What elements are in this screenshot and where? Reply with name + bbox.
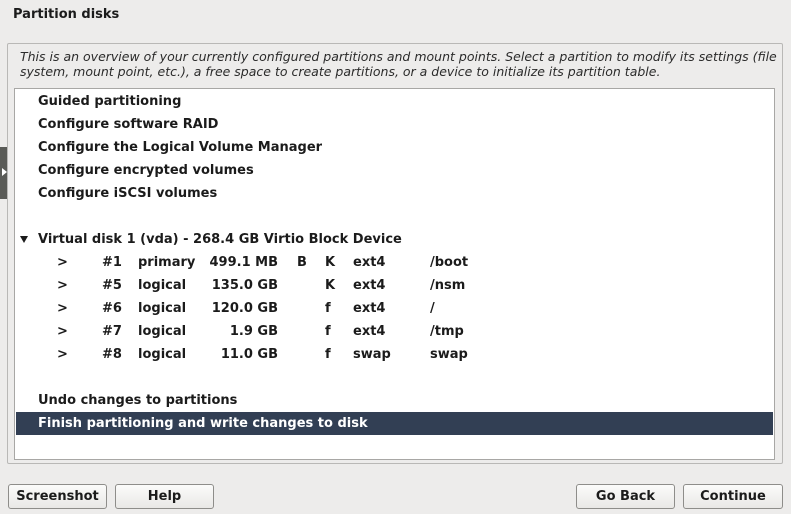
- window-title: Partition disks: [13, 7, 120, 22]
- expand-triangle-icon: [20, 236, 28, 243]
- partition-arrow: >: [57, 347, 68, 362]
- menu-item-software-raid[interactable]: Configure software RAID: [16, 113, 773, 136]
- partition-size: 135.0 GB: [211, 278, 278, 293]
- continue-button[interactable]: Continue: [683, 484, 783, 509]
- partition-arrow: >: [57, 324, 68, 339]
- menu-item-guided-partitioning[interactable]: Guided partitioning: [16, 90, 773, 113]
- partition-number: #5: [102, 278, 122, 293]
- partition-mount-point: /tmp: [430, 324, 464, 339]
- partition-list[interactable]: Guided partitioning Configure software R…: [14, 88, 775, 460]
- partition-mount-point: /nsm: [430, 278, 466, 293]
- partition-flag-format: K: [325, 255, 336, 270]
- partition-filesystem: ext4: [353, 255, 386, 270]
- partition-row[interactable]: > #6 logical 120.0 GB f ext4 /: [16, 297, 773, 320]
- partition-size: 1.9 GB: [229, 324, 278, 339]
- partition-flag-format: K: [325, 278, 336, 293]
- partition-arrow: >: [57, 255, 68, 270]
- menu-item-label: Configure software RAID: [38, 117, 219, 132]
- partition-row[interactable]: > #8 logical 11.0 GB f swap swap: [16, 343, 773, 366]
- partition-type: logical: [138, 278, 187, 293]
- partition-row[interactable]: > #5 logical 135.0 GB K ext4 /nsm: [16, 274, 773, 297]
- help-button[interactable]: Help: [115, 484, 214, 509]
- partition-filesystem: ext4: [353, 324, 386, 339]
- menu-item-encrypted-volumes[interactable]: Configure encrypted volumes: [16, 159, 773, 182]
- partition-size: 11.0 GB: [220, 347, 278, 362]
- menu-item-lvm[interactable]: Configure the Logical Volume Manager: [16, 136, 773, 159]
- partition-flag-bootable: B: [297, 255, 307, 270]
- menu-item-label: Configure encrypted volumes: [38, 163, 254, 178]
- partition-arrow: >: [57, 301, 68, 316]
- partition-type: logical: [138, 347, 187, 362]
- partition-number: #8: [102, 347, 122, 362]
- partition-type: primary: [138, 255, 196, 270]
- description-text: This is an overview of your currently co…: [20, 49, 777, 79]
- partition-filesystem: ext4: [353, 278, 386, 293]
- partition-type: logical: [138, 301, 187, 316]
- partition-number: #1: [102, 255, 122, 270]
- disk-row[interactable]: Virtual disk 1 (vda) - 268.4 GB Virtio B…: [16, 228, 773, 251]
- menu-item-label: Configure iSCSI volumes: [38, 186, 218, 201]
- go-back-button[interactable]: Go Back: [576, 484, 675, 509]
- partition-type: logical: [138, 324, 187, 339]
- menu-item-label: Guided partitioning: [38, 94, 182, 109]
- menu-item-iscsi-volumes[interactable]: Configure iSCSI volumes: [16, 182, 773, 205]
- partition-arrow: >: [57, 278, 68, 293]
- menu-item-label: Configure the Logical Volume Manager: [38, 140, 323, 155]
- partition-row[interactable]: > #7 logical 1.9 GB f ext4 /tmp: [16, 320, 773, 343]
- partition-mount-point: /: [430, 301, 435, 316]
- partition-mount-point: /boot: [430, 255, 469, 270]
- screenshot-button[interactable]: Screenshot: [8, 484, 107, 509]
- partition-filesystem: swap: [353, 347, 391, 362]
- disk-label: Virtual disk 1 (vda) - 268.4 GB Virtio B…: [38, 232, 402, 247]
- partition-size: 499.1 MB: [209, 255, 279, 270]
- partition-flag-format: f: [325, 347, 331, 362]
- partition-flag-format: f: [325, 301, 331, 316]
- partition-mount-point: swap: [430, 347, 468, 362]
- undo-changes-item[interactable]: Undo changes to partitions: [16, 389, 773, 412]
- finish-partitioning-item[interactable]: Finish partitioning and write changes to…: [16, 412, 773, 435]
- partition-filesystem: ext4: [353, 301, 386, 316]
- partition-size: 120.0 GB: [211, 301, 278, 316]
- undo-changes-label: Undo changes to partitions: [38, 393, 238, 408]
- finish-partitioning-label: Finish partitioning and write changes to…: [38, 416, 368, 431]
- partition-number: #7: [102, 324, 122, 339]
- partition-number: #6: [102, 301, 122, 316]
- partition-flag-format: f: [325, 324, 331, 339]
- partition-row[interactable]: > #1 primary 499.1 MB B K ext4 /boot: [16, 251, 773, 274]
